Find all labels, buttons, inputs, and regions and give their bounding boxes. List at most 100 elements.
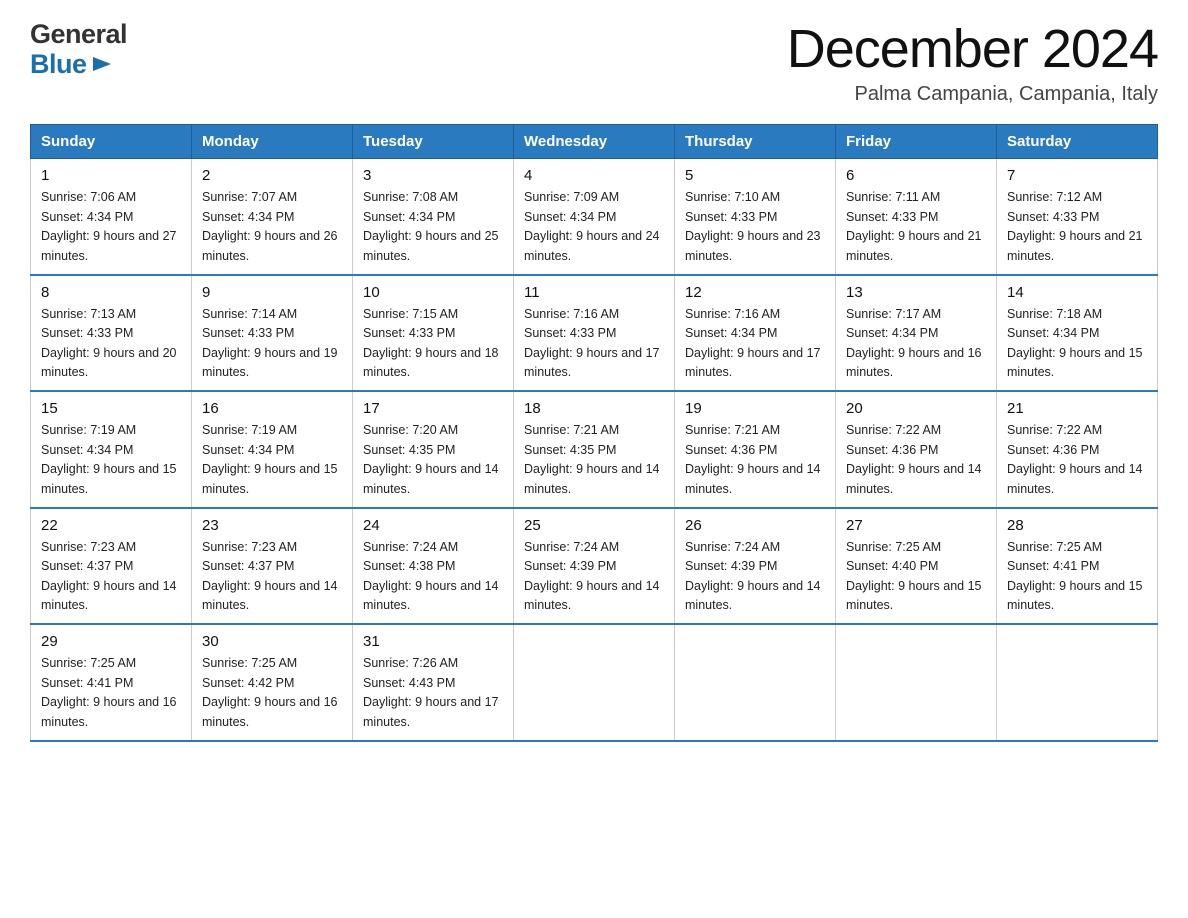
table-row: 22 Sunrise: 7:23 AMSunset: 4:37 PMDaylig… xyxy=(31,508,192,625)
title-block: December 2024 Palma Campania, Campania, … xyxy=(787,20,1158,106)
table-row: 11 Sunrise: 7:16 AMSunset: 4:33 PMDaylig… xyxy=(514,275,675,392)
day-info: Sunrise: 7:18 AMSunset: 4:34 PMDaylight:… xyxy=(1007,307,1143,379)
day-number: 30 xyxy=(202,633,342,650)
day-number: 8 xyxy=(41,284,181,301)
day-number: 13 xyxy=(846,284,986,301)
calendar-week-row: 1 Sunrise: 7:06 AMSunset: 4:34 PMDayligh… xyxy=(31,159,1158,275)
day-number: 29 xyxy=(41,633,181,650)
day-info: Sunrise: 7:16 AMSunset: 4:33 PMDaylight:… xyxy=(524,307,660,379)
calendar-week-row: 8 Sunrise: 7:13 AMSunset: 4:33 PMDayligh… xyxy=(31,275,1158,392)
table-row: 31 Sunrise: 7:26 AMSunset: 4:43 PMDaylig… xyxy=(353,624,514,741)
calendar-header-row: Sunday Monday Tuesday Wednesday Thursday… xyxy=(31,125,1158,159)
day-info: Sunrise: 7:17 AMSunset: 4:34 PMDaylight:… xyxy=(846,307,982,379)
logo-triangle-icon xyxy=(91,53,113,75)
day-number: 1 xyxy=(41,167,181,184)
day-info: Sunrise: 7:25 AMSunset: 4:41 PMDaylight:… xyxy=(41,656,177,728)
day-info: Sunrise: 7:06 AMSunset: 4:34 PMDaylight:… xyxy=(41,190,177,262)
header-monday: Monday xyxy=(192,125,353,159)
table-row: 28 Sunrise: 7:25 AMSunset: 4:41 PMDaylig… xyxy=(997,508,1158,625)
day-number: 18 xyxy=(524,400,664,417)
table-row: 13 Sunrise: 7:17 AMSunset: 4:34 PMDaylig… xyxy=(836,275,997,392)
day-number: 26 xyxy=(685,517,825,534)
day-info: Sunrise: 7:16 AMSunset: 4:34 PMDaylight:… xyxy=(685,307,821,379)
table-row xyxy=(997,624,1158,741)
header-friday: Friday xyxy=(836,125,997,159)
day-info: Sunrise: 7:22 AMSunset: 4:36 PMDaylight:… xyxy=(1007,423,1143,495)
day-number: 4 xyxy=(524,167,664,184)
table-row: 6 Sunrise: 7:11 AMSunset: 4:33 PMDayligh… xyxy=(836,159,997,275)
table-row: 26 Sunrise: 7:24 AMSunset: 4:39 PMDaylig… xyxy=(675,508,836,625)
day-info: Sunrise: 7:25 AMSunset: 4:40 PMDaylight:… xyxy=(846,540,982,612)
day-info: Sunrise: 7:09 AMSunset: 4:34 PMDaylight:… xyxy=(524,190,660,262)
table-row: 27 Sunrise: 7:25 AMSunset: 4:40 PMDaylig… xyxy=(836,508,997,625)
day-info: Sunrise: 7:23 AMSunset: 4:37 PMDaylight:… xyxy=(202,540,338,612)
day-number: 19 xyxy=(685,400,825,417)
day-number: 2 xyxy=(202,167,342,184)
day-info: Sunrise: 7:24 AMSunset: 4:39 PMDaylight:… xyxy=(524,540,660,612)
logo-general: General xyxy=(30,20,127,50)
day-number: 16 xyxy=(202,400,342,417)
day-info: Sunrise: 7:14 AMSunset: 4:33 PMDaylight:… xyxy=(202,307,338,379)
table-row: 2 Sunrise: 7:07 AMSunset: 4:34 PMDayligh… xyxy=(192,159,353,275)
table-row xyxy=(836,624,997,741)
table-row: 16 Sunrise: 7:19 AMSunset: 4:34 PMDaylig… xyxy=(192,391,353,508)
table-row: 4 Sunrise: 7:09 AMSunset: 4:34 PMDayligh… xyxy=(514,159,675,275)
table-row xyxy=(675,624,836,741)
day-info: Sunrise: 7:23 AMSunset: 4:37 PMDaylight:… xyxy=(41,540,177,612)
table-row xyxy=(514,624,675,741)
day-info: Sunrise: 7:12 AMSunset: 4:33 PMDaylight:… xyxy=(1007,190,1143,262)
day-number: 25 xyxy=(524,517,664,534)
calendar-week-row: 15 Sunrise: 7:19 AMSunset: 4:34 PMDaylig… xyxy=(31,391,1158,508)
day-number: 24 xyxy=(363,517,503,534)
day-number: 5 xyxy=(685,167,825,184)
day-number: 3 xyxy=(363,167,503,184)
table-row: 1 Sunrise: 7:06 AMSunset: 4:34 PMDayligh… xyxy=(31,159,192,275)
header-tuesday: Tuesday xyxy=(353,125,514,159)
header-wednesday: Wednesday xyxy=(514,125,675,159)
day-number: 14 xyxy=(1007,284,1147,301)
day-info: Sunrise: 7:20 AMSunset: 4:35 PMDaylight:… xyxy=(363,423,499,495)
day-info: Sunrise: 7:25 AMSunset: 4:42 PMDaylight:… xyxy=(202,656,338,728)
day-number: 17 xyxy=(363,400,503,417)
table-row: 17 Sunrise: 7:20 AMSunset: 4:35 PMDaylig… xyxy=(353,391,514,508)
day-number: 21 xyxy=(1007,400,1147,417)
day-info: Sunrise: 7:21 AMSunset: 4:35 PMDaylight:… xyxy=(524,423,660,495)
day-info: Sunrise: 7:24 AMSunset: 4:38 PMDaylight:… xyxy=(363,540,499,612)
day-info: Sunrise: 7:26 AMSunset: 4:43 PMDaylight:… xyxy=(363,656,499,728)
day-info: Sunrise: 7:24 AMSunset: 4:39 PMDaylight:… xyxy=(685,540,821,612)
day-number: 6 xyxy=(846,167,986,184)
day-info: Sunrise: 7:25 AMSunset: 4:41 PMDaylight:… xyxy=(1007,540,1143,612)
day-number: 15 xyxy=(41,400,181,417)
logo-blue: Blue xyxy=(30,50,127,80)
table-row: 21 Sunrise: 7:22 AMSunset: 4:36 PMDaylig… xyxy=(997,391,1158,508)
table-row: 24 Sunrise: 7:24 AMSunset: 4:38 PMDaylig… xyxy=(353,508,514,625)
day-info: Sunrise: 7:08 AMSunset: 4:34 PMDaylight:… xyxy=(363,190,499,262)
table-row: 8 Sunrise: 7:13 AMSunset: 4:33 PMDayligh… xyxy=(31,275,192,392)
table-row: 25 Sunrise: 7:24 AMSunset: 4:39 PMDaylig… xyxy=(514,508,675,625)
day-info: Sunrise: 7:22 AMSunset: 4:36 PMDaylight:… xyxy=(846,423,982,495)
calendar-week-row: 22 Sunrise: 7:23 AMSunset: 4:37 PMDaylig… xyxy=(31,508,1158,625)
day-number: 7 xyxy=(1007,167,1147,184)
day-number: 28 xyxy=(1007,517,1147,534)
calendar-week-row: 29 Sunrise: 7:25 AMSunset: 4:41 PMDaylig… xyxy=(31,624,1158,741)
table-row: 18 Sunrise: 7:21 AMSunset: 4:35 PMDaylig… xyxy=(514,391,675,508)
table-row: 29 Sunrise: 7:25 AMSunset: 4:41 PMDaylig… xyxy=(31,624,192,741)
day-info: Sunrise: 7:11 AMSunset: 4:33 PMDaylight:… xyxy=(846,190,982,262)
day-number: 23 xyxy=(202,517,342,534)
table-row: 30 Sunrise: 7:25 AMSunset: 4:42 PMDaylig… xyxy=(192,624,353,741)
day-info: Sunrise: 7:13 AMSunset: 4:33 PMDaylight:… xyxy=(41,307,177,379)
logo: General Blue xyxy=(30,20,127,79)
header-saturday: Saturday xyxy=(997,125,1158,159)
calendar-table: Sunday Monday Tuesday Wednesday Thursday… xyxy=(30,124,1158,742)
table-row: 20 Sunrise: 7:22 AMSunset: 4:36 PMDaylig… xyxy=(836,391,997,508)
table-row: 14 Sunrise: 7:18 AMSunset: 4:34 PMDaylig… xyxy=(997,275,1158,392)
table-row: 5 Sunrise: 7:10 AMSunset: 4:33 PMDayligh… xyxy=(675,159,836,275)
page-header: General Blue December 2024 Palma Campani… xyxy=(30,20,1158,106)
day-number: 11 xyxy=(524,284,664,301)
day-info: Sunrise: 7:15 AMSunset: 4:33 PMDaylight:… xyxy=(363,307,499,379)
header-thursday: Thursday xyxy=(675,125,836,159)
table-row: 3 Sunrise: 7:08 AMSunset: 4:34 PMDayligh… xyxy=(353,159,514,275)
day-info: Sunrise: 7:19 AMSunset: 4:34 PMDaylight:… xyxy=(41,423,177,495)
day-number: 10 xyxy=(363,284,503,301)
day-number: 12 xyxy=(685,284,825,301)
